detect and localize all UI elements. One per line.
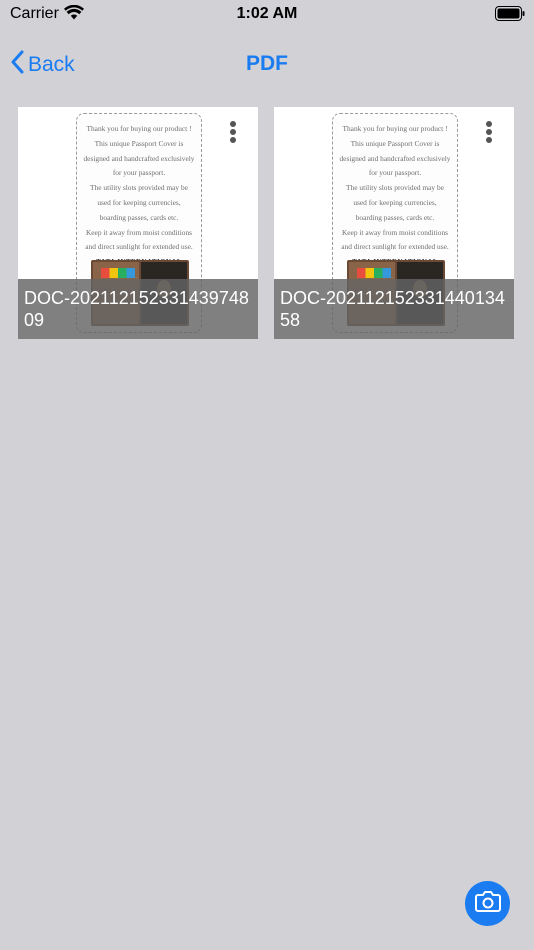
- document-caption: DOC-20211215233143974809: [18, 279, 258, 339]
- leaflet-line: boarding passes, cards etc.: [355, 212, 435, 222]
- leaflet-line: Thank you for buying our product !: [86, 124, 192, 133]
- page-title: PDF: [246, 52, 288, 75]
- leaflet-line: for your passport.: [368, 168, 422, 178]
- status-bar: Carrier 1:02 AM: [0, 0, 534, 28]
- leaflet-line: and direct sunlight for extended use.: [85, 242, 193, 252]
- leaflet-line: Keep it away from moist conditions: [85, 227, 193, 237]
- more-vertical-icon: [486, 121, 492, 127]
- leaflet-line: for your passport.: [112, 168, 166, 178]
- document-name: DOC-20211215233144013458: [280, 288, 505, 330]
- leaflet-line: The utility slots provided may be: [90, 183, 188, 193]
- document-card[interactable]: Thank you for buying our product ! This …: [274, 107, 514, 339]
- chevron-left-icon: [10, 50, 24, 79]
- more-options-button[interactable]: [482, 121, 496, 147]
- leaflet-line: boarding passes, cards etc.: [99, 212, 179, 222]
- leaflet-line: designed and handcrafted exclusively: [83, 153, 195, 163]
- camera-button[interactable]: [465, 881, 510, 926]
- document-caption: DOC-20211215233144013458: [274, 279, 514, 339]
- leaflet-line: This unique Passport Cover is: [350, 138, 440, 148]
- battery-icon: [495, 6, 525, 26]
- back-button[interactable]: Back: [10, 50, 75, 79]
- status-time: 1:02 AM: [236, 5, 298, 22]
- leaflet-line: Thank you for buying our product !: [342, 124, 448, 133]
- leaflet-line: This unique Passport Cover is: [94, 138, 184, 148]
- more-vertical-icon: [230, 121, 236, 127]
- leaflet-line: used for keeping currencies,: [353, 197, 437, 207]
- more-options-button[interactable]: [226, 121, 240, 147]
- leaflet-line: and direct sunlight for extended use.: [341, 242, 449, 252]
- document-card[interactable]: Thank you for buying our product ! This …: [18, 107, 258, 339]
- document-name: DOC-20211215233143974809: [24, 288, 249, 330]
- leaflet-line: Keep it away from moist conditions: [341, 227, 449, 237]
- leaflet-line: used for keeping currencies,: [97, 197, 181, 207]
- leaflet-line: designed and handcrafted exclusively: [339, 153, 451, 163]
- camera-icon: [474, 890, 501, 917]
- back-label: Back: [28, 52, 75, 76]
- leaflet-line: The utility slots provided may be: [346, 183, 444, 193]
- navigation-bar: Back PDF: [0, 40, 534, 84]
